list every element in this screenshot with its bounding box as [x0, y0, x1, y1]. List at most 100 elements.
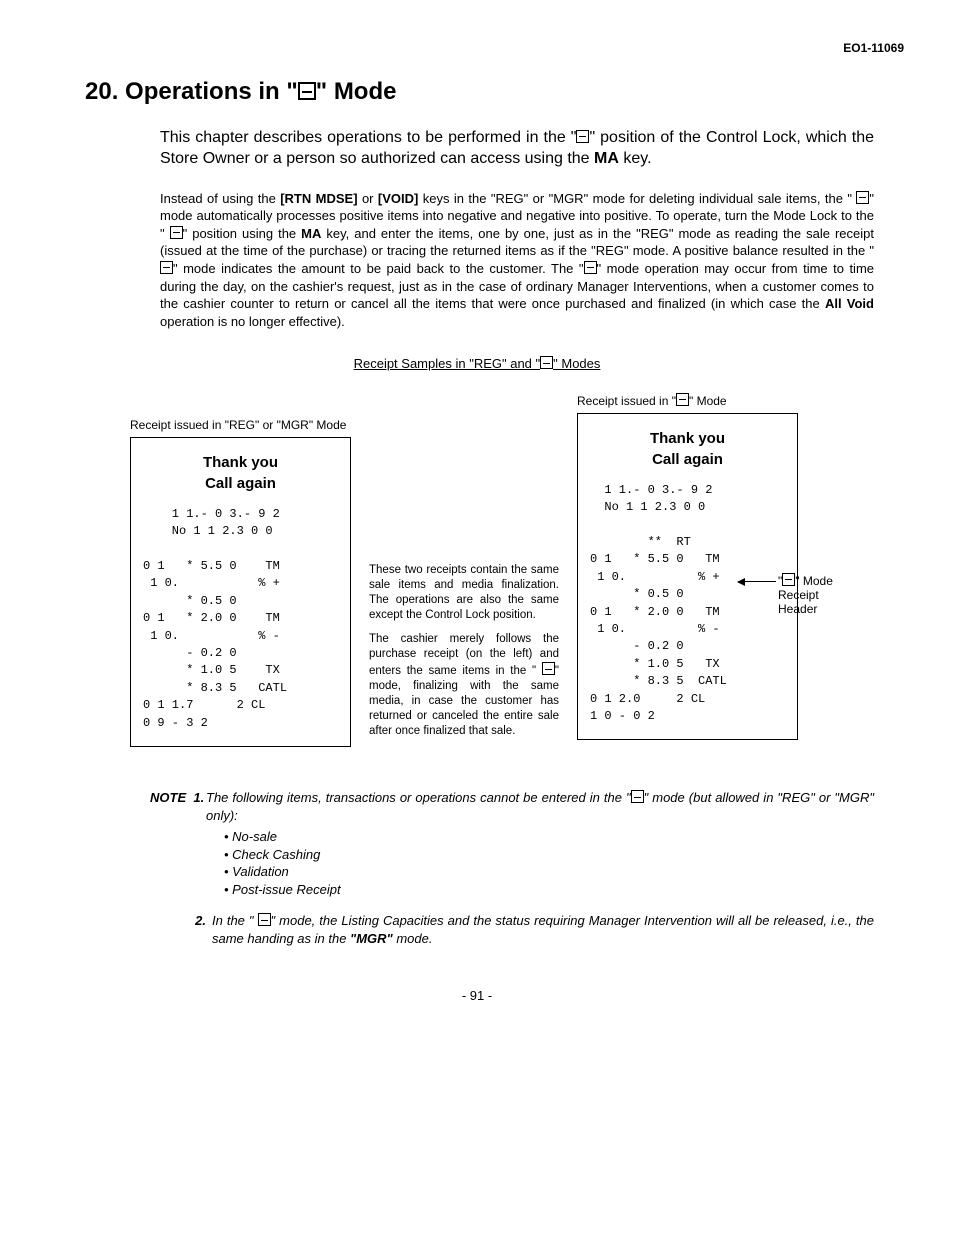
receipt-line: 1 0. % + — [590, 569, 785, 586]
middle-explanation: These two receipts contain the same sale… — [369, 393, 559, 749]
note2-d: mode. — [393, 931, 433, 946]
annot-l3: Receipt — [778, 588, 819, 602]
intro-t4: key. — [619, 150, 652, 167]
body-j: " mode indicates the amount to be paid b… — [173, 261, 584, 276]
note2-num: 2. — [195, 913, 206, 928]
mid-p1: These two receipts contain the same sale… — [369, 563, 559, 623]
receipt-line: 1 0 - 0 2 — [590, 708, 785, 725]
bullet-item: Post-issue Receipt — [224, 881, 874, 899]
minus-mode-icon — [258, 913, 271, 926]
minus-mode-icon — [160, 261, 173, 274]
receipt-line: 0 1 * 5.5 0 TM — [143, 558, 338, 575]
minus-mode-icon — [631, 790, 644, 803]
receipt-line: * 8.3 5 CATL — [143, 680, 338, 697]
mid-p2a: The cashier merely follows the purchase … — [369, 633, 559, 677]
body-m: operation is no longer effective). — [160, 314, 345, 329]
right-thanks: Thank you Call again — [590, 428, 785, 470]
intro-t1: This chapter describes operations to be … — [160, 129, 576, 146]
right-thanks1: Thank you — [650, 430, 725, 447]
samples-title-b: " Modes — [553, 356, 600, 371]
note1-num: 1. — [193, 790, 204, 805]
receipt-line: * 1.0 5 TX — [143, 662, 338, 679]
samples-title: Receipt Samples in "REG" and " " Modes — [70, 355, 884, 373]
note-2: 2. In the " " mode, the Listing Capaciti… — [150, 912, 874, 947]
minus-mode-icon — [576, 130, 589, 143]
intro-ma: MA — [594, 150, 619, 167]
receipt-line: - 0.2 0 — [590, 638, 785, 655]
samples-title-a: Receipt Samples in "REG" and " — [354, 356, 541, 371]
section-title: 20. Operations in " " Mode — [85, 76, 884, 108]
receipt-line: 0 9 - 3 2 — [143, 715, 338, 732]
right-receipt-wrap: Receipt issued in "" Mode Thank you Call… — [577, 393, 798, 741]
left-receipt: Thank you Call again 1 1.- 0 3.- 9 2 No … — [130, 437, 351, 747]
right-receipt: Thank you Call again 1 1.- 0 3.- 9 2 No … — [577, 413, 798, 740]
body-a: Instead of using the — [160, 191, 280, 206]
receipt-line: 0 1 1.7 2 CL — [143, 697, 338, 714]
left-thanks: Thank you Call again — [143, 452, 338, 494]
bullet-item: Validation — [224, 863, 874, 881]
left-receipt-label: Receipt issued in "REG" or "MGR" Mode — [130, 417, 351, 433]
body-c: or — [358, 191, 378, 206]
annot-l4: Header — [778, 602, 817, 616]
left-thanks2: Call again — [205, 475, 276, 492]
body-allvoid: All Void — [825, 296, 874, 311]
body-void: [VOID] — [378, 191, 418, 206]
left-receipt-lines: 1 1.- 0 3.- 9 2 No 1 1 2.3 0 0 0 1 * 5.5… — [143, 506, 338, 732]
minus-mode-icon — [584, 261, 597, 274]
note-head: NOTE — [150, 790, 186, 805]
right-receipt-label: Receipt issued in "" Mode — [577, 393, 798, 409]
receipt-line: * 1.0 5 TX — [590, 656, 785, 673]
receipt-line: 0 1 * 2.0 0 TM — [143, 610, 338, 627]
receipt-line: * 0.5 0 — [590, 586, 785, 603]
receipt-line: - 0.2 0 — [143, 645, 338, 662]
receipt-line — [143, 541, 338, 558]
receipt-line: * 0.5 0 — [143, 593, 338, 610]
mode-header-annotation: "" Mode Receipt Header — [778, 573, 853, 617]
title-prefix: 20. Operations in " — [85, 78, 298, 105]
receipt-line: No 1 1 2.3 0 0 — [143, 523, 338, 540]
receipt-line: 0 1 * 2.0 0 TM — [590, 604, 785, 621]
minus-mode-icon — [856, 191, 869, 204]
note-1: NOTE 1. The following items, transaction… — [150, 789, 874, 898]
body-g: " position using the — [183, 226, 302, 241]
body-rtnmdse: [RTN MDSE] — [280, 191, 357, 206]
left-receipt-wrap: Receipt issued in "REG" or "MGR" Mode Th… — [130, 393, 351, 747]
minus-mode-icon — [782, 573, 795, 586]
note2-b: " mode, the Listing Capacities and the s… — [212, 913, 874, 946]
minus-mode-icon — [540, 356, 553, 369]
note2-mgr: "MGR" — [350, 931, 393, 946]
receipt-line: 1 0. % - — [590, 621, 785, 638]
title-suffix: " Mode — [316, 78, 397, 105]
left-thanks1: Thank you — [203, 454, 278, 471]
receipt-line: 1 1.- 0 3.- 9 2 — [143, 506, 338, 523]
receipt-line: No 1 1 2.3 0 0 — [590, 499, 785, 516]
receipt-line — [590, 517, 785, 534]
note2-a: In the " — [212, 913, 258, 928]
right-thanks2: Call again — [652, 451, 723, 468]
receipt-line: 1 0. % - — [143, 628, 338, 645]
receipt-line: 1 1.- 0 3.- 9 2 — [590, 482, 785, 499]
page-number: - 91 - — [70, 987, 884, 1005]
mid-p2: The cashier merely follows the purchase … — [369, 632, 559, 739]
right-receipt-lines: 1 1.- 0 3.- 9 2 No 1 1 2.3 0 0 ** RT0 1 … — [590, 482, 785, 725]
bullet-item: Check Cashing — [224, 846, 874, 864]
minus-mode-icon — [676, 393, 689, 406]
receipt-line: 0 1 * 5.5 0 TM — [590, 551, 785, 568]
receipt-line: 1 0. % + — [143, 575, 338, 592]
intro-paragraph: This chapter describes operations to be … — [160, 127, 874, 170]
receipt-columns: Receipt issued in "REG" or "MGR" Mode Th… — [130, 393, 879, 749]
minus-mode-icon — [298, 82, 316, 100]
note-bullets: No-saleCheck CashingValidationPost-issue… — [224, 828, 874, 898]
receipt-line: * 8.3 5 CATL — [590, 673, 785, 690]
arrow-icon — [738, 581, 776, 582]
minus-mode-icon — [542, 662, 555, 675]
bullet-item: No-sale — [224, 828, 874, 846]
body-paragraph: Instead of using the [RTN MDSE] or [VOID… — [160, 190, 874, 330]
body-ma: MA — [301, 226, 321, 241]
annot-l2: " Mode — [795, 574, 833, 588]
right-label-a: Receipt issued in " — [577, 394, 676, 408]
body-e: keys in the "REG" or "MGR" mode for dele… — [418, 191, 856, 206]
notes-block: NOTE 1. The following items, transaction… — [150, 789, 874, 947]
note1-a: The following items, transactions or ope… — [206, 790, 631, 805]
page-id: EO1-11069 — [70, 40, 904, 56]
